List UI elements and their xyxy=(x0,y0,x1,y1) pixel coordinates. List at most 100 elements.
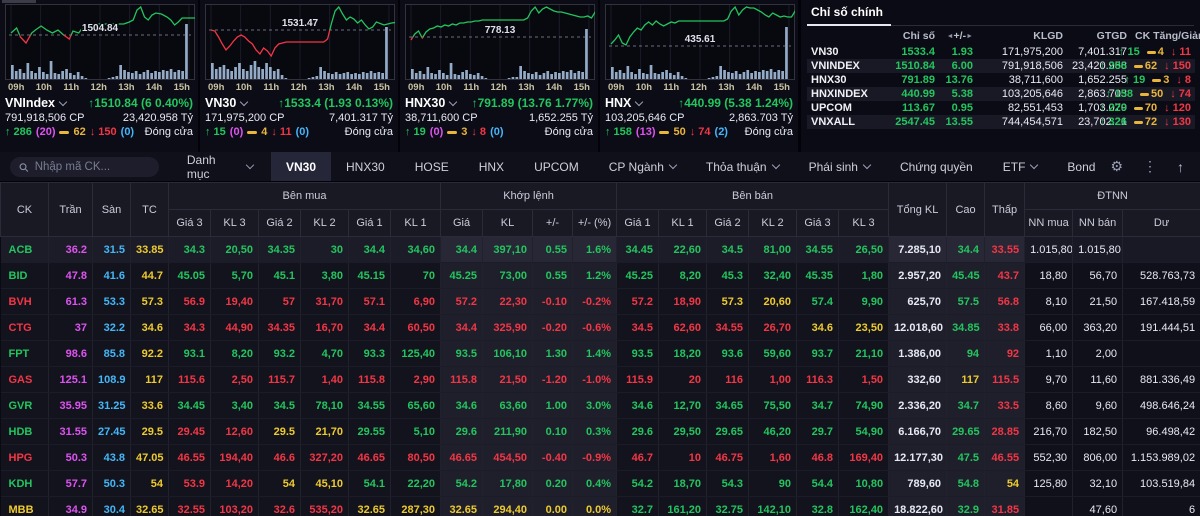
index-row-vnxall[interactable]: VNXALL2547.4513.55744,454,57123,702.21↑ … xyxy=(807,115,1195,129)
nav-tab-etf[interactable]: ETF xyxy=(988,152,1053,181)
gear-icon[interactable]: ⚙ xyxy=(1110,158,1123,175)
decliners-floor: (0) xyxy=(121,126,134,138)
col-header[interactable]: Trần xyxy=(49,183,93,237)
sub-col-header[interactable]: Giá 3 xyxy=(169,210,211,237)
nav-tab-hnx30[interactable]: HNX30 xyxy=(331,152,400,181)
sub-col-header[interactable]: KL 2 xyxy=(749,210,797,237)
collapse-up-icon[interactable]: ↑ xyxy=(1177,159,1184,175)
symbol-cell[interactable]: BVH xyxy=(1,289,49,315)
nav-tab-vn30[interactable]: VN30 xyxy=(271,152,331,181)
sub-col-header[interactable]: Giá 1 xyxy=(617,210,659,237)
decliners: ↓ 8 xyxy=(471,126,486,138)
symbol-cell[interactable]: BID xyxy=(1,263,49,289)
chart-volume: 171,975,200 CP xyxy=(205,112,285,124)
search-input[interactable] xyxy=(35,161,150,173)
sub-col-header[interactable]: KL 1 xyxy=(391,210,441,237)
advancers-ceiling: (20) xyxy=(36,126,56,138)
watchlist-menu[interactable]: Danh mục xyxy=(169,152,271,181)
col-header[interactable]: Thấp xyxy=(985,183,1025,237)
chart-volume: 103,205,646 CP xyxy=(605,112,685,124)
chart-index-selector[interactable]: VN30 xyxy=(205,96,236,110)
sub-col-header[interactable]: Dư xyxy=(1123,210,1200,237)
col-header[interactable]: CK xyxy=(1,183,49,237)
table-row-ACB[interactable]: ACB36.231.533.8534.320,5034.353034.434,6… xyxy=(1,237,1200,263)
table-row-KDH[interactable]: KDH57.750.35453.914,205445,1054.122,2054… xyxy=(1,471,1200,497)
sub-col-header[interactable]: Giá 2 xyxy=(259,210,301,237)
nav-tab-upcom[interactable]: UPCOM xyxy=(519,152,594,181)
group-header: Bên bán xyxy=(617,183,889,210)
symbol-cell[interactable]: GVR xyxy=(1,393,49,419)
table-row-FPT[interactable]: FPT98.685.892.293.18,2093.24,7093.3125,4… xyxy=(1,341,1200,367)
table-row-CTG[interactable]: CTG3732.234.634.344,9034.3516,7034.460,5… xyxy=(1,315,1200,341)
sub-col-header[interactable]: KL 2 xyxy=(301,210,349,237)
table-row-BVH[interactable]: BVH61.353.357.356.919,405731,7057.16,905… xyxy=(1,289,1200,315)
nav-tab-cp-ngành[interactable]: CP Ngành xyxy=(594,152,691,181)
sub-col-header[interactable]: +/- xyxy=(533,210,573,237)
index-row-upcom[interactable]: UPCOM113.670.9582,551,4531,703.079↑ 2207… xyxy=(807,101,1195,115)
symbol-cell[interactable]: HDB xyxy=(1,419,49,445)
index-row-hnx30[interactable]: HNX30791.8913.7638,711,6001,652.255↑ 193… xyxy=(807,73,1195,87)
col-header[interactable]: TC xyxy=(131,183,169,237)
sub-col-header[interactable]: KL xyxy=(483,210,533,237)
decliners: ↓ 11 xyxy=(271,126,291,138)
chart-panel-vnindex: 1504.8409h10h11h12h13h14h15hVNIndex↑1510… xyxy=(0,0,200,152)
index-row-vn30[interactable]: VN301533.41.93171,975,2007,401.317↑ 154↓… xyxy=(807,45,1195,59)
session-status: Đóng cửa xyxy=(545,126,593,138)
indices-header-klgd[interactable]: KLGD xyxy=(977,27,1067,45)
symbol-cell[interactable]: CTG xyxy=(1,315,49,341)
index-row-hnxindex[interactable]: HNXINDEX440.995.38103,205,6462,863.703↑ … xyxy=(807,87,1195,101)
chart-index-selector[interactable]: HNX xyxy=(605,96,631,110)
nav-tab-bond[interactable]: Bond xyxy=(1052,152,1110,181)
sub-col-header[interactable]: Giá 1 xyxy=(349,210,391,237)
chart-panel-hnx: 435.6109h10h11h12h13h14h15hHNX↑440.99 (5… xyxy=(600,0,800,152)
symbol-cell[interactable]: KDH xyxy=(1,471,49,497)
nav-tab-phái-sinh[interactable]: Phái sinh xyxy=(794,152,885,181)
sub-col-header[interactable]: +/- (%) xyxy=(573,210,617,237)
symbol-cell[interactable]: ACB xyxy=(1,237,49,263)
svg-text:1531.47: 1531.47 xyxy=(282,18,319,29)
sub-col-header[interactable]: Giá 3 xyxy=(797,210,839,237)
nav-tab-thỏa-thuận[interactable]: Thỏa thuận xyxy=(691,152,794,181)
symbol-cell[interactable]: HPG xyxy=(1,445,49,471)
chart-index-selector[interactable]: HNX30 xyxy=(405,96,445,110)
sub-col-header[interactable]: NN bán xyxy=(1073,210,1123,237)
sub-col-header[interactable]: Giá 2 xyxy=(707,210,749,237)
symbol-cell[interactable]: MBB xyxy=(1,497,49,516)
indices-header-change[interactable]: ◄+/-► xyxy=(939,27,977,45)
indices-header-gtgd[interactable]: GTGD xyxy=(1067,27,1131,45)
sub-col-header[interactable]: KL 3 xyxy=(211,210,259,237)
symbol-cell[interactable]: FPT xyxy=(1,341,49,367)
table-row-HPG[interactable]: HPG50.343.847.0546.55194,4046.6327,2046.… xyxy=(1,445,1200,471)
table-row-HDB[interactable]: HDB31.5527.4529.529.4512,6029.521,7029.5… xyxy=(1,419,1200,445)
col-header[interactable]: Cao xyxy=(947,183,985,237)
sub-col-header[interactable]: KL 1 xyxy=(659,210,707,237)
table-row-MBB[interactable]: MBB34.930.432.6532.55103,2032.6535,2032.… xyxy=(1,497,1200,516)
nav-tab-chứng-quyền[interactable]: Chứng quyền xyxy=(885,152,988,181)
unchanged-icon xyxy=(59,131,69,134)
symbol-cell[interactable]: GAS xyxy=(1,367,49,393)
chart-value: 1,652.255 Tỷ xyxy=(529,112,593,124)
chart-breadth-row: ↑ 158(13)50↓ 74(2)Đóng cửa xyxy=(605,126,793,138)
nav-tab-hose[interactable]: HOSE xyxy=(400,152,464,181)
tab-chi-so-chinh[interactable]: Chỉ số chính xyxy=(807,1,891,26)
col-header[interactable]: Sàn xyxy=(93,183,131,237)
chart-index-selector[interactable]: VNIndex xyxy=(5,96,55,110)
col-header[interactable]: Tổng KL xyxy=(889,183,947,237)
indices-header-value[interactable]: Chỉ số xyxy=(883,27,939,45)
sub-col-header[interactable]: Giá xyxy=(441,210,483,237)
symbol-search[interactable] xyxy=(10,157,159,177)
index-row-vnindex[interactable]: VNINDEX1510.846.00791,918,50623,420.958↑… xyxy=(807,59,1195,73)
chart-panel-vn30: 1531.4709h10h11h12h13h14h15hVN30↑1533.4 … xyxy=(200,0,400,152)
nav-tab-hnx[interactable]: HNX xyxy=(464,152,519,181)
main-indices-panel: Chỉ số chính Chỉ số ◄+/-► KLGD GTGD CK T… xyxy=(800,0,1200,152)
advancers-ceiling: (0) xyxy=(230,126,243,138)
kebab-menu-icon[interactable]: ⋮ xyxy=(1143,158,1157,175)
sub-col-header[interactable]: NN mua xyxy=(1025,210,1073,237)
session-status: Đóng cửa xyxy=(745,126,793,138)
unchanged: 62 xyxy=(73,126,85,138)
table-row-BID[interactable]: BID47.841.644.745.055,7045.13,8045.15704… xyxy=(1,263,1200,289)
table-row-GVR[interactable]: GVR35.9531.2533.634.453,4034.578,1034.55… xyxy=(1,393,1200,419)
table-row-GAS[interactable]: GAS125.1108.9117115.62,50115.71,40115.82… xyxy=(1,367,1200,393)
indices-header-advdec[interactable]: CK Tăng/Giảm xyxy=(1131,27,1195,45)
sub-col-header[interactable]: KL 3 xyxy=(839,210,889,237)
